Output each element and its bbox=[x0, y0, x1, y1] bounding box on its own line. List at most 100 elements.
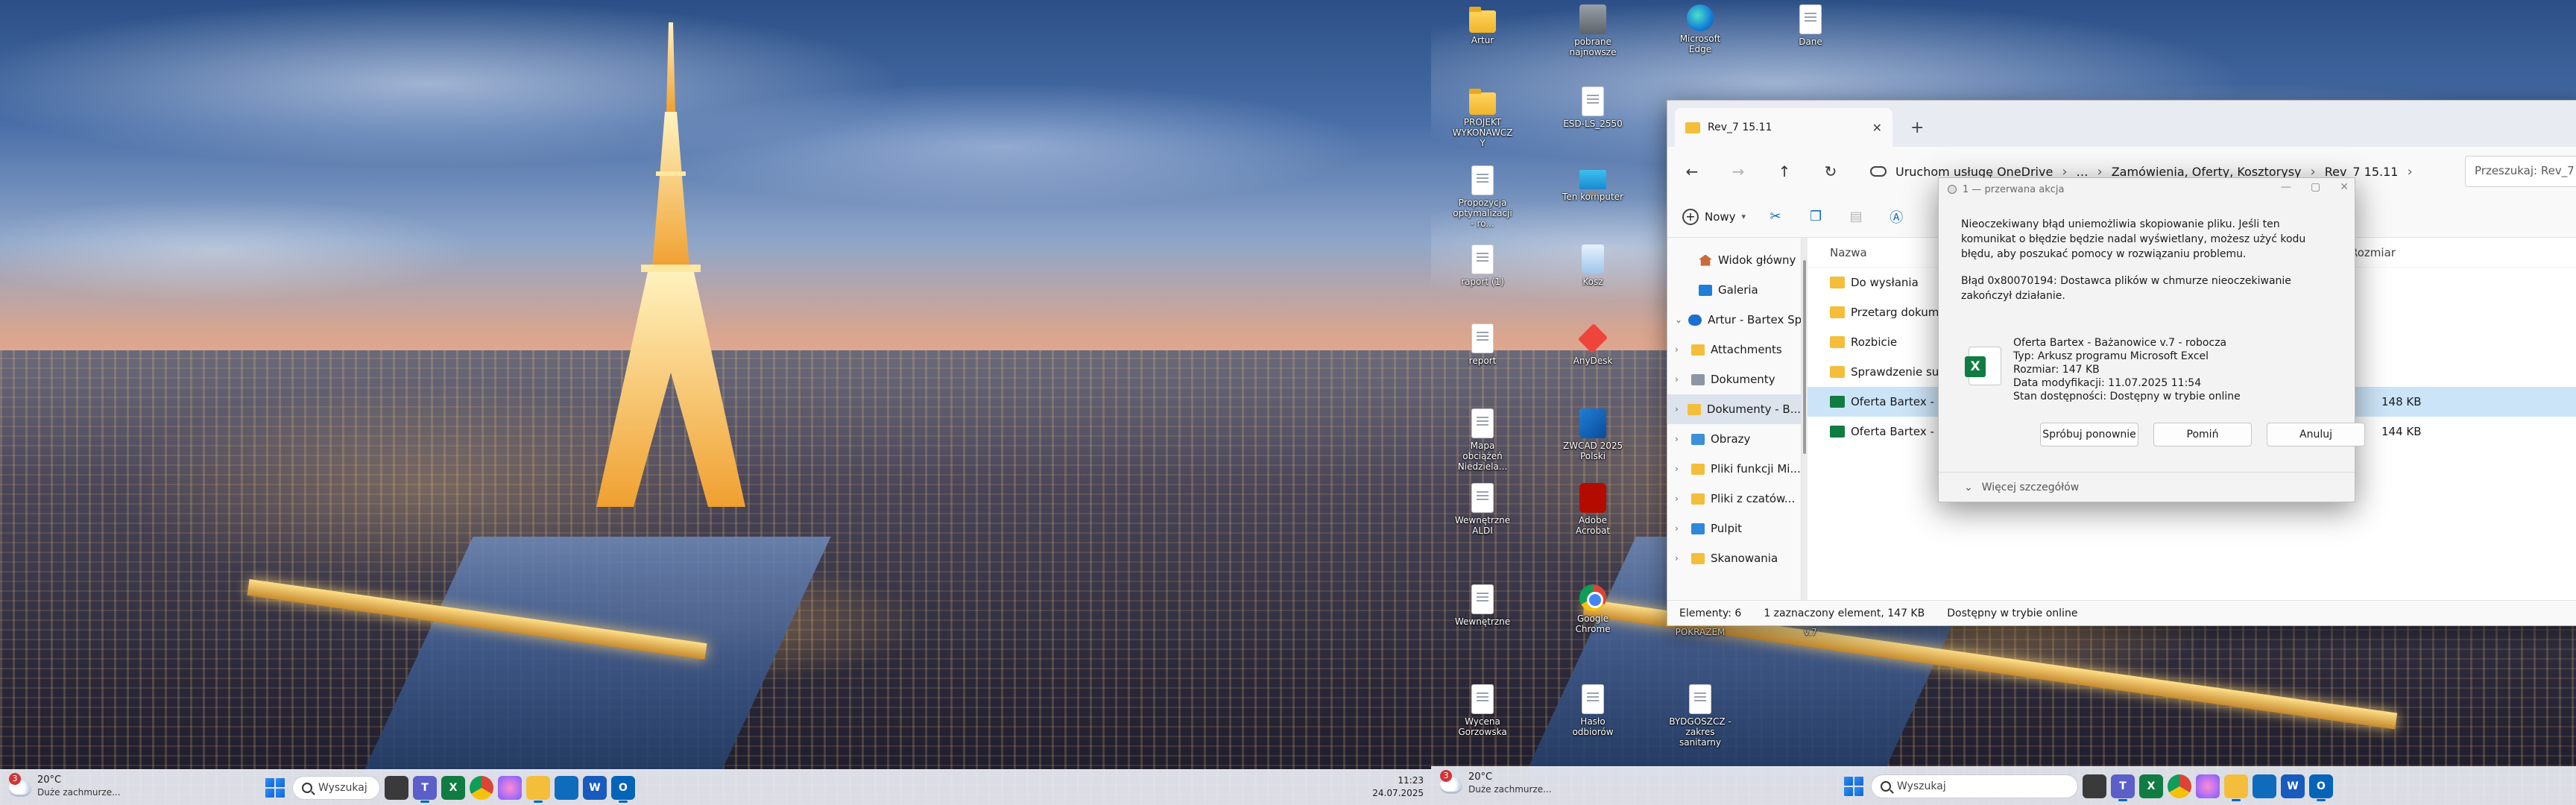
nav-item[interactable]: › Dokumenty - B... bbox=[1667, 394, 1801, 424]
explorer-tab[interactable]: Rev_7 15.11 ✕ bbox=[1675, 108, 1892, 147]
excel-icon[interactable]: X bbox=[2139, 774, 2163, 798]
desktop-icon[interactable]: Artur bbox=[1450, 4, 1515, 45]
desktop-icon[interactable]: pobrane najnowsze bbox=[1561, 4, 1625, 57]
skip-button[interactable]: Pomiń bbox=[2153, 423, 2252, 446]
nav-item[interactable]: ⌄ Artur - Bartex Sp... bbox=[1667, 305, 1801, 335]
desktop-icon[interactable]: Microsoft Edge bbox=[1668, 4, 1732, 54]
nav-item[interactable]: › Obrazy bbox=[1667, 424, 1801, 454]
column-header-size[interactable]: Rozmiar bbox=[2350, 246, 2396, 259]
refresh-icon[interactable]: ↻ bbox=[1816, 162, 1845, 180]
file-explorer-icon[interactable] bbox=[526, 776, 550, 803]
chevron-right-icon[interactable]: › bbox=[1675, 464, 1685, 474]
new-button[interactable]: + Nowy ▾ bbox=[1682, 208, 1746, 225]
task-view-icon[interactable] bbox=[2083, 774, 2106, 798]
desktop-icon[interactable]: Kosz bbox=[1561, 244, 1625, 287]
copilot-icon[interactable] bbox=[2196, 774, 2220, 798]
file-explorer-icon[interactable] bbox=[2224, 774, 2248, 801]
nav-item[interactable]: › Pulpit bbox=[1667, 514, 1801, 543]
start-button[interactable] bbox=[1841, 774, 1866, 799]
chrome-icon[interactable] bbox=[2168, 774, 2191, 798]
maximize-icon[interactable]: ▢ bbox=[2311, 181, 2320, 193]
nav-item[interactable]: Galeria bbox=[1667, 275, 1801, 305]
forward-arrow-icon[interactable]: → bbox=[1724, 162, 1752, 180]
store-icon[interactable] bbox=[555, 776, 578, 800]
document-icon bbox=[1471, 323, 1494, 353]
desktop-icon[interactable]: PROJEKT WYKONAWCZY bbox=[1450, 86, 1515, 148]
copilot-icon[interactable] bbox=[498, 776, 522, 800]
chevron-right-icon[interactable]: › bbox=[1675, 404, 1682, 414]
word-icon[interactable]: W bbox=[2281, 774, 2305, 798]
desktop-icon[interactable]: Adobe Acrobat bbox=[1561, 483, 1625, 536]
chevron-right-icon[interactable]: › bbox=[1675, 434, 1685, 444]
nav-scrollbar[interactable] bbox=[1802, 238, 1808, 600]
breadcrumb-item[interactable]: … bbox=[2077, 165, 2089, 179]
chevron-right-icon[interactable]: › bbox=[1675, 493, 1685, 504]
close-icon[interactable]: ✕ bbox=[2340, 181, 2349, 193]
task-view-icon[interactable] bbox=[385, 776, 408, 800]
more-details-toggle[interactable]: ⌄ Więcej szczegółów bbox=[1939, 472, 2355, 502]
nav-item[interactable]: › Pliki funkcji Mi... bbox=[1667, 454, 1801, 484]
chrome-icon[interactable] bbox=[470, 776, 493, 800]
weather-widget[interactable]: 3 20°C Duże zachmurze... bbox=[1440, 770, 1552, 795]
dialog-app-icon bbox=[1948, 185, 1957, 194]
new-tab-button[interactable]: + bbox=[1910, 119, 1924, 137]
close-tab-icon[interactable]: ✕ bbox=[1872, 121, 1882, 135]
copy-icon[interactable]: ❐ bbox=[1805, 206, 1826, 227]
folder-icon bbox=[1469, 89, 1496, 115]
desktop-icon[interactable]: Wewnętrzne ALDI bbox=[1450, 483, 1515, 536]
excel-icon[interactable]: X bbox=[441, 776, 465, 800]
desktop-icon-label: ESD-LS_2550 bbox=[1563, 119, 1623, 129]
word-icon[interactable]: W bbox=[583, 776, 607, 800]
desktop-icon[interactable]: Hasło odbiorów bbox=[1561, 684, 1625, 737]
desktop-icon[interactable]: Dane bbox=[1778, 4, 1843, 47]
rename-icon[interactable]: Ⓐ bbox=[1886, 206, 1907, 227]
chevron-right-icon[interactable]: › bbox=[1675, 553, 1685, 564]
desktop-icon[interactable]: report bbox=[1450, 323, 1515, 366]
nav-item[interactable]: › Attachments bbox=[1667, 335, 1801, 364]
cancel-button[interactable]: Anuluj bbox=[2267, 423, 2365, 446]
desktop-icon[interactable]: ESD-LS_2550 bbox=[1561, 86, 1625, 129]
column-header-name[interactable]: Nazwa bbox=[1830, 246, 1867, 259]
outlook-icon[interactable]: O bbox=[611, 776, 635, 803]
desktop-icon[interactable]: Wewnętrzne bbox=[1450, 584, 1515, 627]
taskbar-search[interactable]: Wyszukaj bbox=[292, 776, 380, 800]
paste-icon[interactable]: ▤ bbox=[1846, 206, 1866, 227]
desktop-icon[interactable]: Propozycja optymalizacji - ro... bbox=[1450, 165, 1515, 229]
nav-item[interactable]: › Dokumenty bbox=[1667, 364, 1801, 394]
breadcrumb-item[interactable]: Rev_7 15.11 bbox=[2325, 165, 2399, 179]
breadcrumb-item[interactable]: Uruchom usługę OneDrive bbox=[1895, 165, 2053, 179]
desktop-icon[interactable]: Google Chrome bbox=[1561, 584, 1625, 634]
chevron-down-icon[interactable]: ⌄ bbox=[1675, 315, 1682, 325]
teams-icon[interactable]: T bbox=[413, 776, 437, 803]
minimize-icon[interactable]: — bbox=[2281, 181, 2291, 193]
up-arrow-icon[interactable]: ↑ bbox=[1770, 162, 1799, 180]
system-clock[interactable]: 11:23 24.07.2025 bbox=[1372, 774, 1424, 800]
chevron-right-icon[interactable]: › bbox=[1675, 374, 1685, 385]
nav-item[interactable]: › Skanowania bbox=[1667, 543, 1801, 573]
nav-item[interactable]: Widok główny bbox=[1667, 245, 1801, 275]
nav-item[interactable]: › Pliki z czatów... bbox=[1667, 484, 1801, 514]
plus-icon: + bbox=[1682, 208, 1699, 225]
weather-widget[interactable]: 3 20°C Duże zachmurze... bbox=[9, 773, 121, 798]
desktop-icon[interactable]: Ten komputer bbox=[1561, 165, 1625, 202]
desktop-icon[interactable]: Mapa obciążeń Niedziela... bbox=[1450, 408, 1515, 472]
taskbar-search[interactable]: Wyszukaj bbox=[1871, 774, 2078, 798]
desktop-icon[interactable]: ZWCAD 2025 Polski bbox=[1561, 408, 1625, 461]
desktop-icon[interactable]: raport (1) bbox=[1450, 244, 1515, 287]
desktop-icon[interactable]: AnyDesk bbox=[1561, 323, 1625, 366]
breadcrumb-item[interactable]: Zamówienia, Oferty, Kosztorysy bbox=[2112, 165, 2302, 179]
desktop-icon[interactable]: Wycena Gorzowska bbox=[1450, 684, 1515, 737]
store-icon[interactable] bbox=[2253, 774, 2276, 798]
cut-icon[interactable]: ✂ bbox=[1765, 206, 1786, 227]
teams-icon[interactable]: T bbox=[2111, 774, 2135, 801]
chevron-right-icon[interactable]: › bbox=[1675, 523, 1685, 534]
desktop-icon-label: BYDGOSZCZ - zakres sanitarny bbox=[1669, 716, 1731, 748]
start-button[interactable] bbox=[262, 775, 288, 801]
chevron-right-icon[interactable]: › bbox=[1675, 344, 1685, 355]
file-size: 144 KB bbox=[2381, 425, 2422, 438]
desktop-icon[interactable]: BYDGOSZCZ - zakres sanitarny bbox=[1668, 684, 1732, 748]
retry-button[interactable]: Spróbuj ponownie bbox=[2040, 423, 2138, 446]
outlook-icon[interactable]: O bbox=[2309, 774, 2333, 801]
back-arrow-icon[interactable]: ← bbox=[1678, 162, 1706, 180]
explorer-search-input[interactable]: Przeszukaj: Rev_7 15.11 bbox=[2465, 156, 2576, 187]
